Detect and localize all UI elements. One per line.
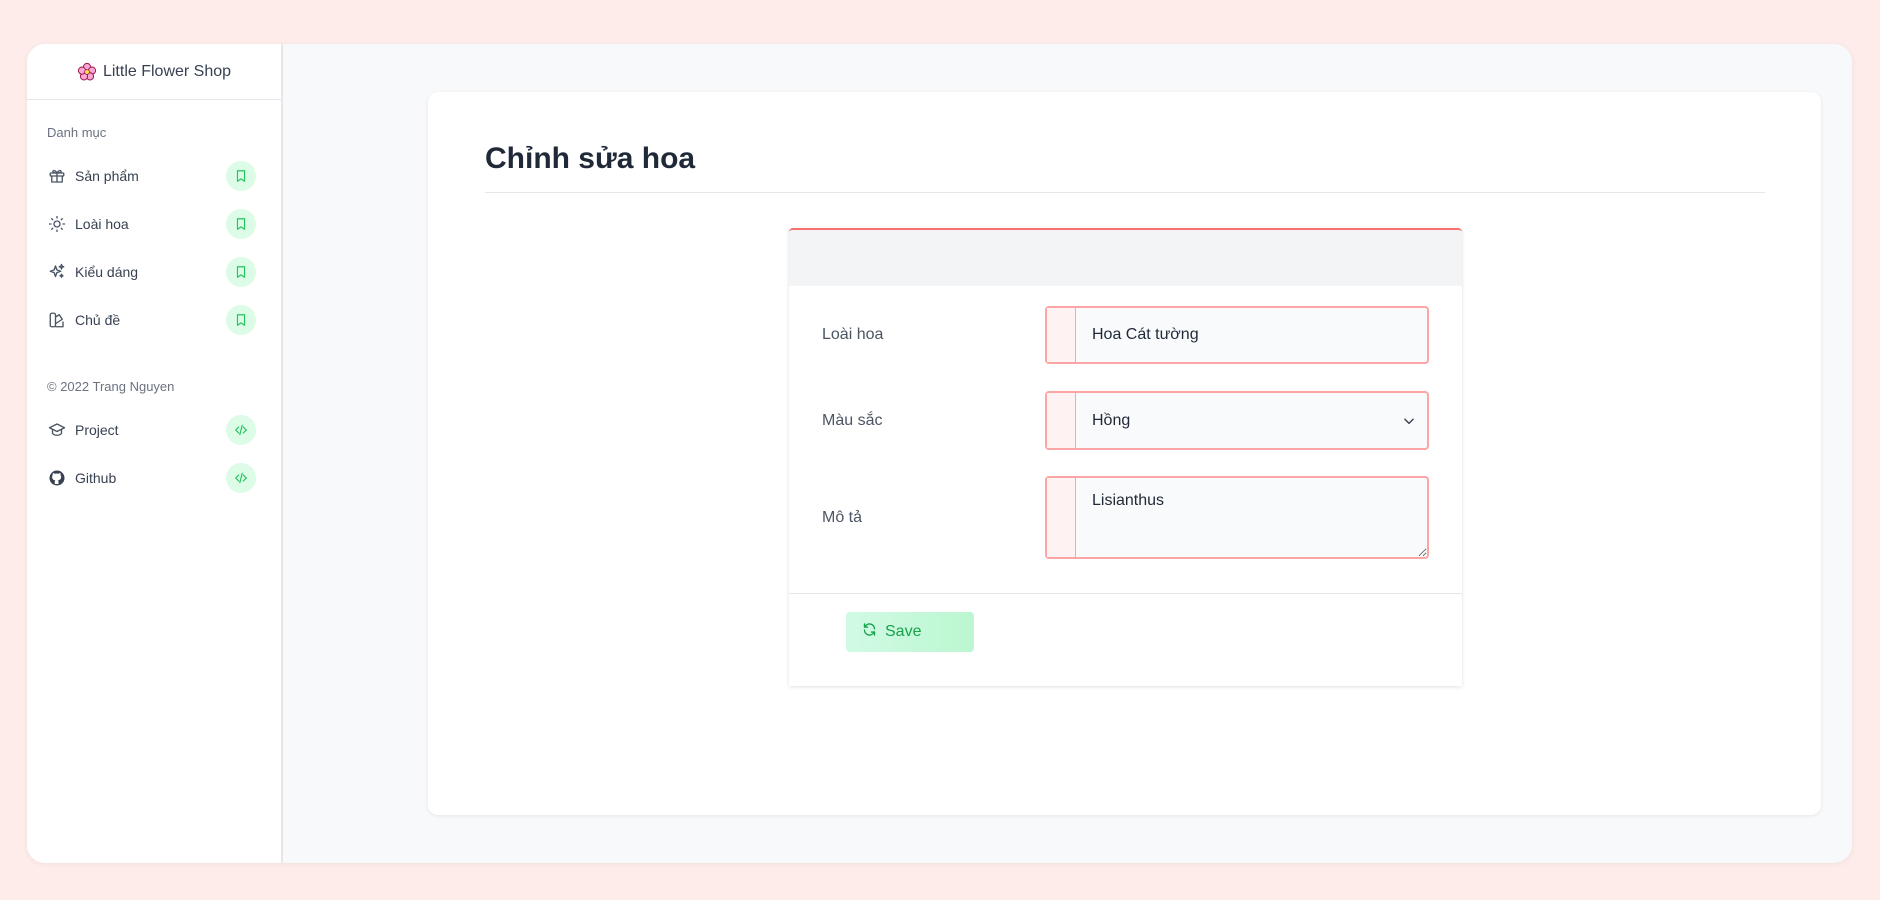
input-prefix	[1047, 308, 1076, 362]
section-title-catalog: Danh mục	[47, 125, 107, 140]
textarea-prefix	[1047, 478, 1076, 557]
form-row-description: Mô tả	[789, 476, 1462, 559]
sidebar-item-label: Chủ đề	[75, 312, 121, 328]
refresh-icon	[862, 622, 877, 642]
brand[interactable]: Little Flower Shop	[27, 44, 281, 100]
species-input-value[interactable]: Hoa Cát tường	[1076, 308, 1427, 362]
description-textarea[interactable]	[1076, 478, 1427, 557]
bookmark-icon[interactable]	[226, 161, 256, 191]
description-label: Mô tả	[822, 508, 863, 526]
chevron-down-icon[interactable]	[1391, 393, 1427, 448]
description-field[interactable]	[1045, 476, 1429, 559]
sidebar-link-label: Project	[75, 422, 119, 438]
content-card: Chỉnh sửa hoa Loài hoa Hoa Cát tường Màu…	[428, 92, 1821, 815]
select-prefix	[1047, 393, 1076, 448]
page-title: Chỉnh sửa hoa	[485, 142, 696, 175]
brand-name: Little Flower Shop	[102, 62, 232, 80]
sidebar-item-label: Sản phẩm	[75, 168, 139, 184]
form-row-color: Màu sắc Hồng	[789, 391, 1462, 450]
color-label: Màu sắc	[822, 411, 883, 429]
sidebar-item-topics[interactable]: Chủ đề	[27, 296, 281, 344]
sidebar-item-styles[interactable]: Kiểu dáng	[27, 248, 281, 296]
form-footer-divider	[789, 593, 1462, 594]
sidebar: Little Flower Shop Danh mục Sản phẩm Loà…	[27, 44, 283, 863]
code-icon[interactable]	[226, 463, 256, 493]
color-select[interactable]: Hồng	[1045, 391, 1429, 450]
sidebar-item-label: Loài hoa	[75, 216, 129, 232]
swatch-icon	[47, 310, 67, 330]
sidebar-item-species[interactable]: Loài hoa	[27, 200, 281, 248]
color-select-value[interactable]: Hồng	[1076, 393, 1391, 448]
bookmark-icon[interactable]	[226, 305, 256, 335]
main-content: Chỉnh sửa hoa Loài hoa Hoa Cát tường Màu…	[283, 44, 1852, 863]
species-input[interactable]: Hoa Cát tường	[1045, 306, 1429, 364]
gift-icon	[47, 166, 67, 186]
save-button[interactable]: Save	[846, 612, 974, 652]
sidebar-link-github[interactable]: Github	[27, 454, 281, 502]
github-icon	[47, 468, 67, 488]
sidebar-item-products[interactable]: Sản phẩm	[27, 152, 281, 200]
flower-icon	[77, 62, 97, 82]
title-divider	[485, 192, 1765, 193]
bookmark-icon[interactable]	[226, 257, 256, 287]
sparkles-icon	[47, 262, 67, 282]
save-button-label: Save	[885, 623, 922, 640]
sidebar-link-project[interactable]: Project	[27, 406, 281, 454]
app-window: Little Flower Shop Danh mục Sản phẩm Loà…	[27, 44, 1852, 863]
academic-cap-icon	[47, 420, 67, 440]
bookmark-icon[interactable]	[226, 209, 256, 239]
copyright: © 2022 Trang Nguyen	[47, 379, 175, 394]
form-row-species: Loài hoa Hoa Cát tường	[789, 306, 1462, 364]
form-header	[789, 228, 1462, 286]
sidebar-link-label: Github	[75, 470, 117, 486]
sidebar-item-label: Kiểu dáng	[75, 264, 139, 280]
sun-icon	[47, 214, 67, 234]
species-label: Loài hoa	[822, 326, 884, 343]
code-icon[interactable]	[226, 415, 256, 445]
edit-flower-form: Loài hoa Hoa Cát tường Màu sắc Hồng Mô t…	[789, 228, 1462, 686]
